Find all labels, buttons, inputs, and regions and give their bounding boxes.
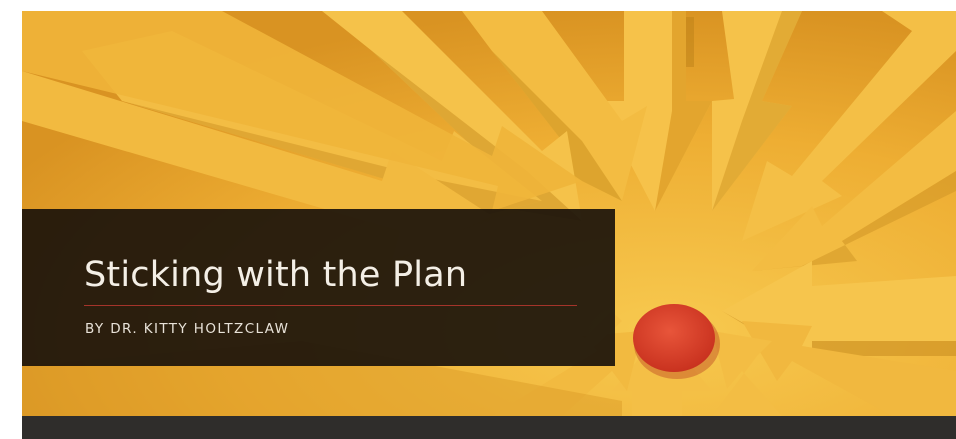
bottom-bar xyxy=(22,416,956,439)
title-card: Sticking with the Plan BY DR. KITTY HOLT… xyxy=(22,209,615,366)
title-divider xyxy=(84,305,577,306)
author-byline: BY DR. KITTY HOLTZCLAW xyxy=(85,321,290,337)
page-title: Sticking with the Plan xyxy=(84,255,468,295)
